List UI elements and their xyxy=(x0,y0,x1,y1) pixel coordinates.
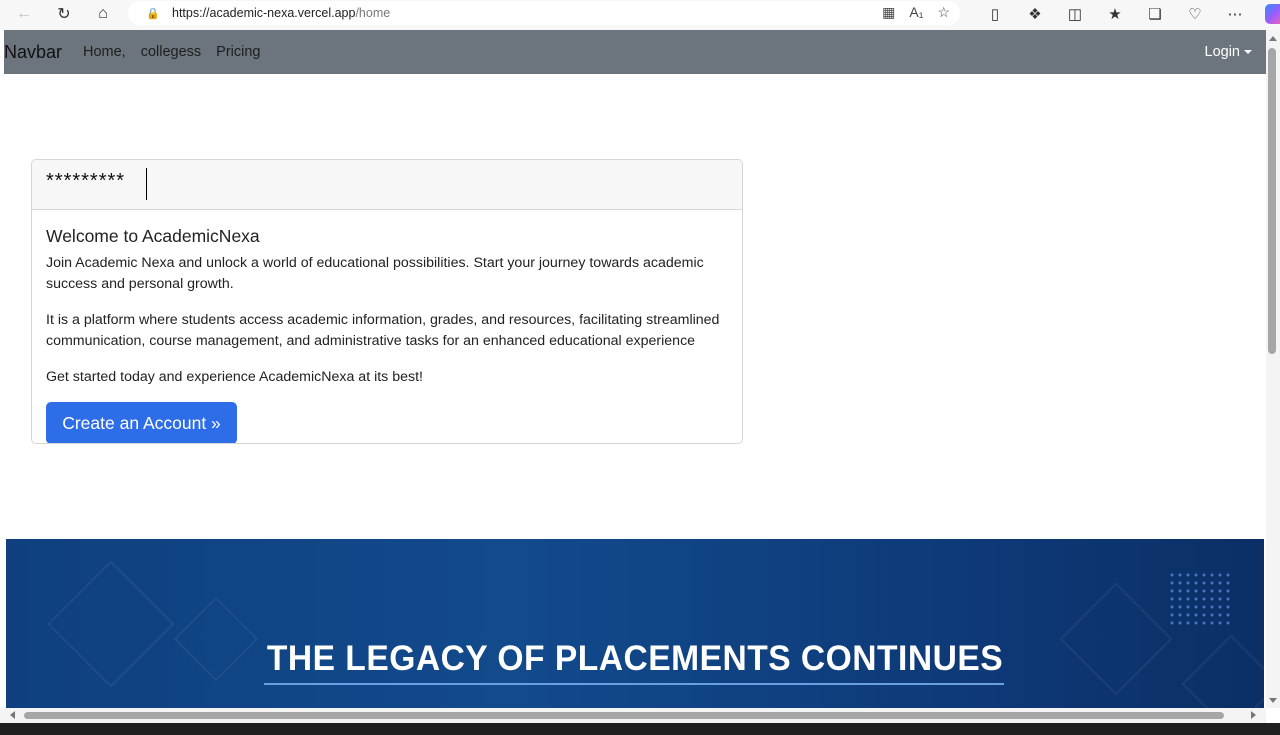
scroll-right-icon[interactable] xyxy=(1251,711,1256,719)
horizontal-scroll-thumb[interactable] xyxy=(24,712,1224,719)
card-header[interactable]: ********* xyxy=(32,160,742,210)
login-label: Login xyxy=(1204,44,1240,60)
navbar-brand[interactable]: Navbar xyxy=(4,42,62,63)
browser-toolbar: ← ↻ ⌂ 🔒 https://academic-nexa.vercel.app… xyxy=(0,0,1280,30)
text-cursor xyxy=(146,168,147,200)
scroll-left-icon[interactable] xyxy=(10,711,15,719)
more-menu-icon[interactable]: ⋯ xyxy=(1215,0,1255,28)
description-paragraph: It is a platform where students access a… xyxy=(46,312,720,349)
url-path: /home xyxy=(355,6,391,20)
refresh-icon[interactable]: ↻ xyxy=(50,0,78,28)
read-aloud-icon[interactable]: A₁ xyxy=(909,4,923,21)
back-icon[interactable]: ← xyxy=(10,0,38,28)
card-title: Welcome to AcademicNexa xyxy=(46,226,260,246)
split-screen-icon[interactable]: ◫ xyxy=(1055,0,1095,28)
get-started-paragraph: Get started today and experience Academi… xyxy=(46,369,423,385)
lock-icon: 🔒 xyxy=(146,8,160,20)
welcome-card: ********* Welcome to AcademicNexa Join A… xyxy=(31,159,743,444)
page-viewport: Navbar Home, collegess Pricing Login ***… xyxy=(4,30,1266,708)
url-host: https://academic-nexa.vercel.app xyxy=(172,6,356,20)
browser-essentials-icon[interactable]: ♡ xyxy=(1175,0,1215,28)
nav-links: Home, collegess Pricing xyxy=(83,44,276,60)
apps-icon[interactable]: ▦ xyxy=(882,4,895,21)
copilot-icon[interactable] xyxy=(1255,0,1280,28)
nav-link-home[interactable]: Home, xyxy=(83,44,126,60)
extensions-icon[interactable]: ❖ xyxy=(1015,0,1055,28)
vertical-scrollbar[interactable] xyxy=(1266,30,1280,708)
card-body: Welcome to AcademicNexa Join Academic Ne… xyxy=(32,210,742,402)
intro-paragraph: Join Academic Nexa and unlock a world of… xyxy=(46,255,704,292)
phone-icon[interactable]: ▯ xyxy=(975,0,1015,28)
nav-link-pricing[interactable]: Pricing xyxy=(216,44,260,60)
scroll-up-icon[interactable] xyxy=(1269,36,1277,41)
os-taskbar xyxy=(0,723,1280,735)
banner-dot-pattern xyxy=(1168,571,1230,627)
password-field[interactable]: ********* xyxy=(46,170,125,193)
banner-title: THE LEGACY OF PLACEMENTS CONTINUES xyxy=(266,639,1004,678)
scroll-down-icon[interactable] xyxy=(1269,698,1277,703)
horizontal-scrollbar[interactable] xyxy=(0,708,1266,723)
address-bar[interactable]: 🔒 https://academic-nexa.vercel.app/home … xyxy=(128,1,960,25)
favorite-star-icon[interactable]: ☆ xyxy=(937,4,950,21)
caret-down-icon xyxy=(1244,50,1252,54)
favorites-icon[interactable]: ★ xyxy=(1095,0,1135,28)
collections-icon[interactable]: ❏ xyxy=(1135,0,1175,28)
banner-underline xyxy=(264,683,1004,685)
vertical-scroll-thumb[interactable] xyxy=(1268,48,1276,354)
home-icon[interactable]: ⌂ xyxy=(89,0,117,28)
placements-banner: THE LEGACY OF PLACEMENTS CONTINUES xyxy=(6,539,1264,708)
site-navbar: Navbar Home, collegess Pricing Login xyxy=(4,30,1266,74)
nav-link-colleges[interactable]: collegess xyxy=(141,44,201,60)
login-dropdown[interactable]: Login xyxy=(1205,44,1252,60)
create-account-button[interactable]: Create an Account » xyxy=(46,402,237,443)
